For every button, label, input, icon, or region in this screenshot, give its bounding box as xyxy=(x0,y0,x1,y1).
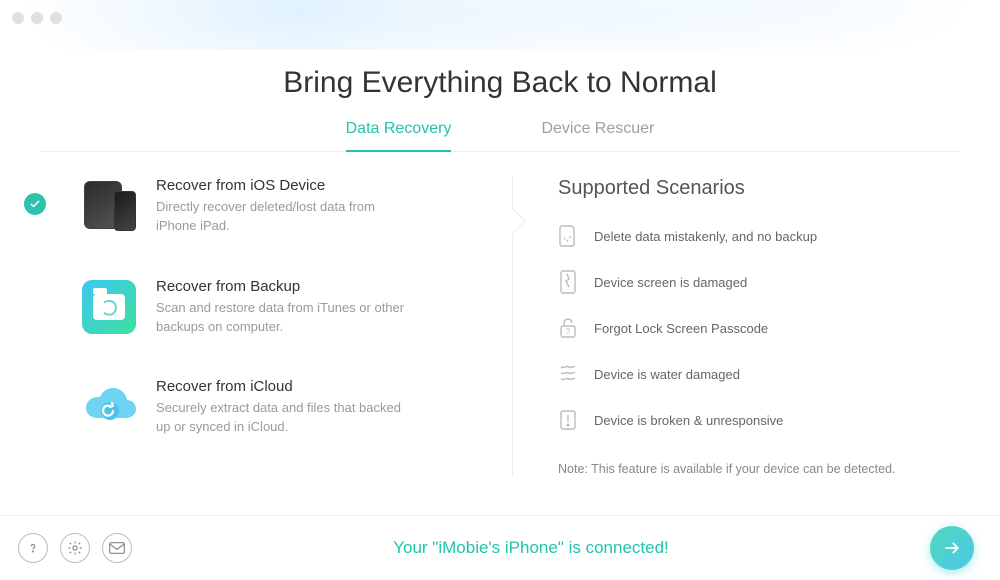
icloud-icon xyxy=(80,378,138,436)
scenario-text: Device is broken & unresponsive xyxy=(594,413,783,428)
broken-icon xyxy=(558,408,578,432)
ios-device-icon xyxy=(80,177,138,235)
screen-damaged-icon xyxy=(558,270,578,294)
option-desc: Securely extract data and files that bac… xyxy=(156,399,416,437)
scenario-text: Forgot Lock Screen Passcode xyxy=(594,321,768,336)
tab-device-rescuer[interactable]: Device Rescuer xyxy=(541,120,654,152)
proceed-button[interactable] xyxy=(930,526,974,570)
delete-icon xyxy=(558,224,578,248)
scenario-item: Device is broken & unresponsive xyxy=(558,408,960,432)
scenario-item: Device screen is damaged xyxy=(558,270,960,294)
option-desc: Directly recover deleted/lost data from … xyxy=(156,198,416,236)
lock-icon: ? xyxy=(558,316,578,340)
scenario-text: Device is water damaged xyxy=(594,367,740,382)
note-text: Note: This feature is available if your … xyxy=(558,462,960,476)
scenario-text: Device screen is damaged xyxy=(594,275,747,290)
water-damaged-icon xyxy=(558,362,578,386)
scenarios-heading: Supported Scenarios xyxy=(558,177,960,200)
scenario-item: ? Forgot Lock Screen Passcode xyxy=(558,316,960,340)
option-title: Recover from Backup xyxy=(156,278,416,295)
check-icon xyxy=(24,193,46,215)
option-title: Recover from iOS Device xyxy=(156,177,416,194)
backup-icon xyxy=(80,278,138,336)
scenario-item: Device is water damaged xyxy=(558,362,960,386)
scenario-text: Delete data mistakenly, and no backup xyxy=(594,229,817,244)
option-recover-icloud[interactable]: Recover from iCloud Securely extract dat… xyxy=(80,378,482,437)
help-button[interactable] xyxy=(18,533,48,563)
mail-button[interactable] xyxy=(102,533,132,563)
tab-data-recovery[interactable]: Data Recovery xyxy=(346,120,452,152)
minimize-dot[interactable] xyxy=(31,12,43,24)
svg-text:?: ? xyxy=(566,327,571,336)
window-controls[interactable] xyxy=(12,12,62,24)
option-title: Recover from iCloud xyxy=(156,378,416,395)
settings-button[interactable] xyxy=(60,533,90,563)
maximize-dot[interactable] xyxy=(50,12,62,24)
close-dot[interactable] xyxy=(12,12,24,24)
option-recover-backup[interactable]: Recover from Backup Scan and restore dat… xyxy=(80,278,482,337)
option-recover-ios[interactable]: Recover from iOS Device Directly recover… xyxy=(80,177,482,236)
connection-status: Your "iMobie's iPhone" is connected! xyxy=(132,538,930,558)
option-desc: Scan and restore data from iTunes or oth… xyxy=(156,299,416,337)
scenario-item: Delete data mistakenly, and no backup xyxy=(558,224,960,248)
